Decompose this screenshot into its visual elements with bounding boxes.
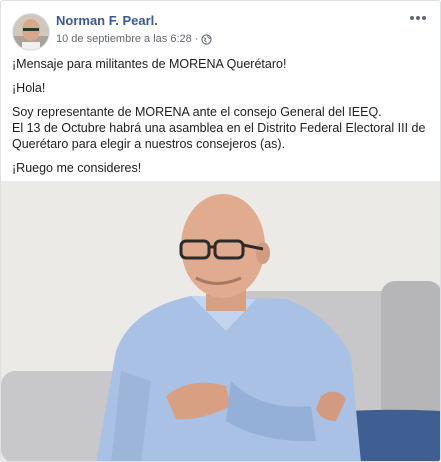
post-header: Norman F. Pearl. 10 de septiembre a las … xyxy=(12,9,432,51)
photo-illustration xyxy=(1,181,440,461)
author-avatar[interactable] xyxy=(12,13,50,51)
post-meta: 10 de septiembre a las 6:28 · xyxy=(56,33,213,45)
post-line: El 13 de Octubre habrá una asamblea en e… xyxy=(12,121,426,135)
post-line: Querétaro para elegir a nuestros conseje… xyxy=(12,137,286,151)
post-photo[interactable] xyxy=(1,181,440,461)
post-paragraph: ¡Mensaje para militantes de MORENA Queré… xyxy=(12,57,287,71)
post-paragraph: ¡Ruego me consideres! xyxy=(12,161,142,175)
globe-icon[interactable] xyxy=(201,33,213,45)
post-paragraph: ¡Hola! xyxy=(12,81,46,95)
author-name[interactable]: Norman F. Pearl. xyxy=(56,13,158,28)
facebook-post: Norman F. Pearl. 10 de septiembre a las … xyxy=(0,0,441,462)
meta-separator: · xyxy=(194,33,199,45)
more-options-icon[interactable] xyxy=(406,9,430,27)
post-paragraph: Soy representante de MORENA ante el cons… xyxy=(12,104,430,152)
post-timestamp[interactable]: 10 de septiembre a las 6:28 xyxy=(56,33,192,45)
post-line: Soy representante de MORENA ante el cons… xyxy=(12,105,382,119)
avatar-photo-icon xyxy=(13,14,49,50)
post-text: ¡Mensaje para militantes de MORENA Queré… xyxy=(12,56,430,184)
